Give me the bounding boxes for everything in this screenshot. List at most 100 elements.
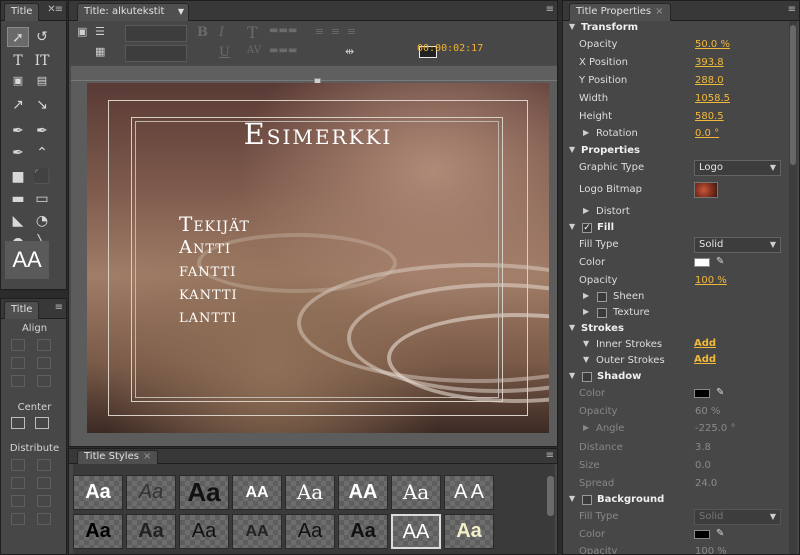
style-swatch[interactable]: Aa bbox=[179, 514, 229, 549]
style-swatch[interactable]: AA bbox=[232, 514, 282, 549]
align-hcenter-icon[interactable] bbox=[11, 375, 25, 387]
bg-color-swatch[interactable] bbox=[694, 530, 710, 539]
distribute-bottom-icon[interactable] bbox=[37, 495, 51, 507]
style-swatch[interactable]: Aa bbox=[391, 475, 441, 510]
font-family-field[interactable] bbox=[125, 25, 187, 42]
arc-tool-icon[interactable]: ◔ bbox=[31, 211, 53, 231]
panel-menu-icon[interactable]: ≡ bbox=[546, 4, 554, 15]
new-title-icon[interactable]: ▣ bbox=[77, 25, 87, 38]
path-type-tool-icon[interactable]: ↗ bbox=[7, 95, 29, 115]
shadow-section[interactable]: ▼ Shadow bbox=[563, 369, 799, 386]
x-position-value[interactable]: 393.8 bbox=[695, 57, 724, 68]
align-right-icon[interactable] bbox=[11, 357, 25, 369]
properties-section[interactable]: ▼ Properties bbox=[563, 143, 799, 160]
spread-value[interactable]: 24.0 bbox=[695, 478, 717, 489]
title-canvas[interactable]: Esimerkki Tekijät Antti fantti kantti la… bbox=[71, 66, 557, 446]
align-right-text-icon[interactable]: ≡ bbox=[347, 25, 356, 38]
distance-value[interactable]: 3.8 bbox=[695, 442, 711, 453]
distribute-right-icon[interactable] bbox=[11, 495, 25, 507]
y-position-value[interactable]: 288.0 bbox=[695, 75, 724, 86]
style-swatch[interactable]: Aa bbox=[126, 475, 176, 510]
tab-title-alkutekstit[interactable]: Title: alkutekstit ▼ bbox=[77, 3, 189, 21]
bg-opacity-value[interactable]: 100 % bbox=[695, 546, 727, 554]
rounded-corner-rect-tool-icon[interactable]: ▬ bbox=[7, 189, 29, 209]
shadow-color-swatch[interactable] bbox=[694, 389, 710, 398]
style-swatch[interactable]: Aa bbox=[285, 514, 335, 549]
credits-block[interactable]: Tekijät Antti fantti kantti lantti bbox=[179, 213, 250, 328]
background-section[interactable]: ▼ Background bbox=[563, 492, 799, 509]
expand-down-icon[interactable]: ▼ bbox=[583, 339, 589, 348]
delete-anchor-tool-icon[interactable]: ✒ bbox=[31, 121, 53, 141]
dropdown-caret-icon[interactable]: ▼ bbox=[178, 7, 184, 16]
kerning-icon[interactable]: AV bbox=[247, 45, 261, 56]
fill-checkbox[interactable]: ✓ bbox=[582, 223, 592, 233]
rotation-value[interactable]: 0.0 ° bbox=[695, 128, 719, 139]
scrollbar-thumb[interactable] bbox=[547, 476, 554, 516]
pen-tool-icon[interactable]: ✒ bbox=[7, 121, 29, 141]
fill-opacity-value[interactable]: 100 % bbox=[695, 275, 727, 286]
tab-stops-icon[interactable]: ⇹ bbox=[345, 45, 354, 58]
align-bottom-icon[interactable] bbox=[37, 375, 51, 387]
close-icon[interactable]: × bbox=[143, 451, 151, 462]
distribute-top-icon[interactable] bbox=[37, 459, 51, 471]
timecode[interactable]: 00:00:02:17 bbox=[417, 43, 483, 54]
area-type-tool-icon[interactable]: ▣ bbox=[7, 71, 29, 91]
fill-section[interactable]: ▼ ✓ Fill bbox=[563, 220, 799, 237]
expand-down-icon[interactable]: ▼ bbox=[569, 323, 575, 332]
align-center-text-icon[interactable]: ≡ bbox=[331, 25, 340, 38]
selection-tool-icon[interactable]: ➚ bbox=[7, 27, 29, 47]
text-size-icon[interactable]: T bbox=[247, 23, 258, 42]
distribute-vcenter-icon[interactable] bbox=[37, 477, 51, 489]
tab-title-styles[interactable]: Title Styles × bbox=[77, 450, 159, 464]
style-swatch[interactable]: A A bbox=[444, 475, 494, 510]
title-heading-text[interactable]: Esimerkki bbox=[87, 117, 549, 151]
type-tool-icon[interactable]: T bbox=[7, 51, 29, 71]
expand-down-icon[interactable]: ▼ bbox=[569, 494, 575, 503]
eyedropper-icon[interactable]: ✎ bbox=[716, 387, 724, 398]
style-swatch[interactable]: Aa bbox=[338, 514, 388, 549]
templates-icon[interactable]: ▦ bbox=[95, 45, 105, 58]
wedge-tool-icon[interactable]: ◣ bbox=[7, 211, 29, 231]
eyedropper-icon[interactable]: ✎ bbox=[716, 528, 724, 539]
bg-fill-type-dropdown[interactable]: Solid ▼ bbox=[694, 509, 781, 525]
expand-right-icon[interactable]: ▶ bbox=[583, 128, 589, 137]
expand-down-icon[interactable]: ▼ bbox=[583, 355, 589, 364]
rotation-tool-icon[interactable]: ↺ bbox=[31, 27, 53, 47]
shadow-opacity-value[interactable]: 60 % bbox=[695, 406, 720, 417]
style-swatch-selected[interactable]: AA bbox=[391, 514, 441, 549]
rounded-rect-tool-icon[interactable]: ▭ bbox=[31, 189, 53, 209]
center-horizontal-icon[interactable] bbox=[11, 417, 25, 429]
italic-icon[interactable]: I bbox=[219, 25, 224, 40]
style-swatch[interactable]: Aa bbox=[73, 514, 123, 549]
tracking-value[interactable]: ▬▬▬ bbox=[269, 45, 297, 56]
distribute-left-icon[interactable] bbox=[11, 459, 25, 471]
style-swatch[interactable]: Aa bbox=[73, 475, 123, 510]
tab-title-tools[interactable]: Title bbox=[4, 3, 40, 21]
background-checkbox[interactable] bbox=[582, 495, 592, 505]
distribute-vspace-icon[interactable] bbox=[37, 513, 51, 525]
expand-down-icon[interactable]: ▼ bbox=[569, 222, 575, 231]
leading-value[interactable]: ▬▬▬ bbox=[269, 25, 297, 36]
angle-value[interactable]: -225.0 ° bbox=[695, 423, 735, 434]
style-swatch[interactable]: Aa bbox=[126, 514, 176, 549]
close-icon[interactable]: × bbox=[655, 6, 663, 17]
panel-menu-icon[interactable]: ≡ bbox=[546, 450, 554, 461]
texture-checkbox[interactable] bbox=[597, 308, 607, 318]
expand-down-icon[interactable]: ▼ bbox=[569, 145, 575, 154]
center-vertical-icon[interactable] bbox=[35, 417, 49, 429]
graphic-type-dropdown[interactable]: Logo ▼ bbox=[694, 160, 781, 176]
size-value[interactable]: 0.0 bbox=[695, 460, 711, 471]
distribute-hspace-icon[interactable] bbox=[11, 513, 25, 525]
expand-right-icon[interactable]: ▶ bbox=[583, 307, 589, 316]
panel-menu-icon[interactable]: ✕≡ bbox=[47, 4, 63, 15]
width-value[interactable]: 1058.5 bbox=[695, 93, 730, 104]
distribute-hcenter-icon[interactable] bbox=[11, 477, 25, 489]
strokes-section[interactable]: ▼ Strokes bbox=[563, 321, 799, 338]
roll-crawl-options-icon[interactable]: ☰ bbox=[95, 25, 105, 38]
expand-right-icon[interactable]: ▶ bbox=[583, 206, 589, 215]
fill-color-swatch[interactable] bbox=[694, 258, 710, 267]
add-anchor-tool-icon[interactable]: ✒ bbox=[7, 143, 29, 163]
transform-section[interactable]: ▼ Transform bbox=[563, 20, 799, 37]
expand-right-icon[interactable]: ▶ bbox=[583, 423, 589, 432]
panel-menu-icon[interactable]: ≡ bbox=[55, 302, 63, 313]
